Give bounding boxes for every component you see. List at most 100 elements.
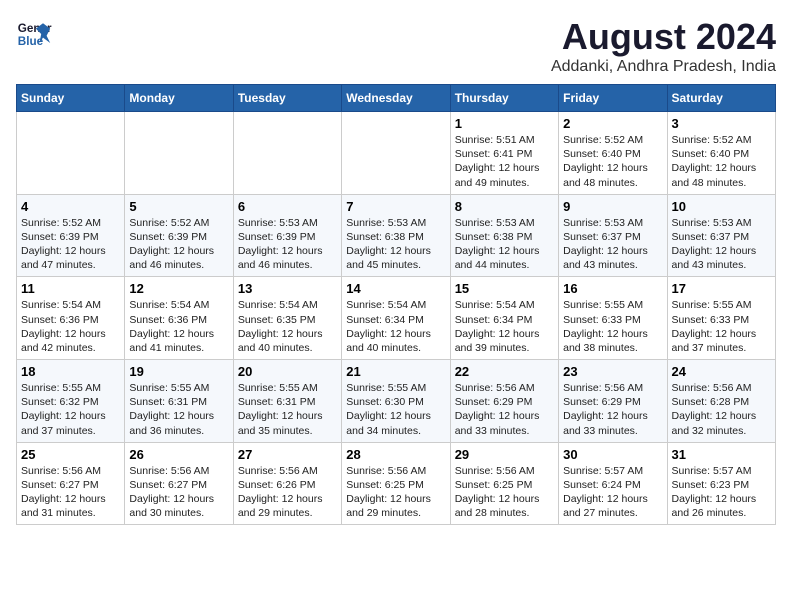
- cell-content: Sunrise: 5:56 AM Sunset: 6:26 PM Dayligh…: [238, 464, 337, 521]
- cell-content: Sunrise: 5:51 AM Sunset: 6:41 PM Dayligh…: [455, 133, 554, 190]
- day-number: 12: [129, 281, 228, 296]
- calendar-cell: [17, 112, 125, 195]
- calendar-cell: 10 Sunrise: 5:53 AM Sunset: 6:37 PM Dayli…: [667, 194, 775, 277]
- calendar-body: 1 Sunrise: 5:51 AM Sunset: 6:41 PM Daylig…: [17, 112, 776, 525]
- calendar-cell: 16 Sunrise: 5:55 AM Sunset: 6:33 PM Dayli…: [559, 277, 667, 360]
- calendar-cell: 24 Sunrise: 5:56 AM Sunset: 6:28 PM Dayli…: [667, 360, 775, 443]
- cell-content: Sunrise: 5:54 AM Sunset: 6:34 PM Dayligh…: [346, 298, 445, 355]
- cell-content: Sunrise: 5:57 AM Sunset: 6:24 PM Dayligh…: [563, 464, 662, 521]
- cell-content: Sunrise: 5:54 AM Sunset: 6:36 PM Dayligh…: [129, 298, 228, 355]
- calendar-cell: 7Sunrise: 5:53 AM Sunset: 6:38 PM Daylig…: [342, 194, 450, 277]
- logo: General Blue: [16, 16, 52, 52]
- cell-content: Sunrise: 5:56 AM Sunset: 6:29 PM Dayligh…: [563, 381, 662, 438]
- day-number: 30: [563, 447, 662, 462]
- calendar-cell: [342, 112, 450, 195]
- day-number: 1: [455, 116, 554, 131]
- calendar-cell: 20 Sunrise: 5:55 AM Sunset: 6:31 PM Dayli…: [233, 360, 341, 443]
- header-sunday: Sunday: [17, 85, 125, 112]
- calendar-cell: 15 Sunrise: 5:54 AM Sunset: 6:34 PM Dayli…: [450, 277, 558, 360]
- day-number: 27: [238, 447, 337, 462]
- calendar-cell: 27 Sunrise: 5:56 AM Sunset: 6:26 PM Dayli…: [233, 442, 341, 525]
- calendar-cell: 3 Sunrise: 5:52 AM Sunset: 6:40 PM Daylig…: [667, 112, 775, 195]
- day-number: 25: [21, 447, 120, 462]
- cell-content: Sunrise: 5:56 AM Sunset: 6:28 PM Dayligh…: [672, 381, 771, 438]
- calendar-cell: 8 Sunrise: 5:53 AM Sunset: 6:38 PM Daylig…: [450, 194, 558, 277]
- cell-content: Sunrise: 5:55 AM Sunset: 6:32 PM Dayligh…: [21, 381, 120, 438]
- calendar-cell: 2Sunrise: 5:52 AM Sunset: 6:40 PM Daylig…: [559, 112, 667, 195]
- calendar-cell: 19 Sunrise: 5:55 AM Sunset: 6:31 PM Dayli…: [125, 360, 233, 443]
- calendar-cell: 26 Sunrise: 5:56 AM Sunset: 6:27 PM Dayli…: [125, 442, 233, 525]
- title-area: August 2024 Addanki, Andhra Pradesh, Ind…: [551, 16, 776, 76]
- cell-content: Sunrise: 5:53 AM Sunset: 6:37 PM Dayligh…: [672, 216, 771, 273]
- cell-content: Sunrise: 5:56 AM Sunset: 6:25 PM Dayligh…: [455, 464, 554, 521]
- day-number: 13: [238, 281, 337, 296]
- day-number: 15: [455, 281, 554, 296]
- day-number: 22: [455, 364, 554, 379]
- day-number: 3: [672, 116, 771, 131]
- calendar-cell: 14 Sunrise: 5:54 AM Sunset: 6:34 PM Dayli…: [342, 277, 450, 360]
- calendar-cell: 6 Sunrise: 5:53 AM Sunset: 6:39 PM Daylig…: [233, 194, 341, 277]
- cell-content: Sunrise: 5:54 AM Sunset: 6:35 PM Dayligh…: [238, 298, 337, 355]
- calendar-cell: 21 Sunrise: 5:55 AM Sunset: 6:30 PM Dayli…: [342, 360, 450, 443]
- cell-content: Sunrise: 5:56 AM Sunset: 6:27 PM Dayligh…: [129, 464, 228, 521]
- day-number: 16: [563, 281, 662, 296]
- day-number: 23: [563, 364, 662, 379]
- cell-content: Sunrise: 5:57 AM Sunset: 6:23 PM Dayligh…: [672, 464, 771, 521]
- cell-content: Sunrise: 5:53 AM Sunset: 6:37 PM Dayligh…: [563, 216, 662, 273]
- calendar-cell: 23 Sunrise: 5:56 AM Sunset: 6:29 PM Dayli…: [559, 360, 667, 443]
- cell-content: Sunrise: 5:53 AM Sunset: 6:38 PM Dayligh…: [455, 216, 554, 273]
- cell-content: Sunrise: 5:52 AM Sunset: 6:39 PM Dayligh…: [21, 216, 120, 273]
- calendar-cell: 1 Sunrise: 5:51 AM Sunset: 6:41 PM Daylig…: [450, 112, 558, 195]
- day-number: 8: [455, 199, 554, 214]
- calendar-cell: 13 Sunrise: 5:54 AM Sunset: 6:35 PM Dayli…: [233, 277, 341, 360]
- header-tuesday: Tuesday: [233, 85, 341, 112]
- header-wednesday: Wednesday: [342, 85, 450, 112]
- cell-content: Sunrise: 5:55 AM Sunset: 6:30 PM Dayligh…: [346, 381, 445, 438]
- calendar-cell: 22 Sunrise: 5:56 AM Sunset: 6:29 PM Dayli…: [450, 360, 558, 443]
- cell-content: Sunrise: 5:55 AM Sunset: 6:33 PM Dayligh…: [563, 298, 662, 355]
- header-thursday: Thursday: [450, 85, 558, 112]
- calendar-cell: 12 Sunrise: 5:54 AM Sunset: 6:36 PM Dayli…: [125, 277, 233, 360]
- day-number: 14: [346, 281, 445, 296]
- cell-content: Sunrise: 5:54 AM Sunset: 6:36 PM Dayligh…: [21, 298, 120, 355]
- header-monday: Monday: [125, 85, 233, 112]
- header-saturday: Saturday: [667, 85, 775, 112]
- cell-content: Sunrise: 5:56 AM Sunset: 6:25 PM Dayligh…: [346, 464, 445, 521]
- cell-content: Sunrise: 5:52 AM Sunset: 6:40 PM Dayligh…: [672, 133, 771, 190]
- cell-content: Sunrise: 5:55 AM Sunset: 6:31 PM Dayligh…: [238, 381, 337, 438]
- calendar-cell: 17 Sunrise: 5:55 AM Sunset: 6:33 PM Dayli…: [667, 277, 775, 360]
- calendar-cell: 29 Sunrise: 5:56 AM Sunset: 6:25 PM Dayli…: [450, 442, 558, 525]
- day-number: 24: [672, 364, 771, 379]
- day-number: 29: [455, 447, 554, 462]
- calendar-header: Sunday Monday Tuesday Wednesday Thursday…: [17, 85, 776, 112]
- cell-content: Sunrise: 5:55 AM Sunset: 6:31 PM Dayligh…: [129, 381, 228, 438]
- day-number: 17: [672, 281, 771, 296]
- calendar-cell: 9 Sunrise: 5:53 AM Sunset: 6:37 PM Daylig…: [559, 194, 667, 277]
- day-number: 10: [672, 199, 771, 214]
- day-number: 5: [129, 199, 228, 214]
- calendar-cell: 31 Sunrise: 5:57 AM Sunset: 6:23 PM Dayli…: [667, 442, 775, 525]
- calendar-cell: 5Sunrise: 5:52 AM Sunset: 6:39 PM Daylig…: [125, 194, 233, 277]
- calendar-cell: 11Sunrise: 5:54 AM Sunset: 6:36 PM Dayli…: [17, 277, 125, 360]
- subtitle: Addanki, Andhra Pradesh, India: [551, 58, 776, 76]
- day-number: 20: [238, 364, 337, 379]
- day-number: 18: [21, 364, 120, 379]
- cell-content: Sunrise: 5:53 AM Sunset: 6:38 PM Dayligh…: [346, 216, 445, 273]
- header: General Blue August 2024 Addanki, Andhra…: [16, 16, 776, 76]
- header-friday: Friday: [559, 85, 667, 112]
- main-title: August 2024: [551, 16, 776, 58]
- day-number: 21: [346, 364, 445, 379]
- cell-content: Sunrise: 5:53 AM Sunset: 6:39 PM Dayligh…: [238, 216, 337, 273]
- day-number: 6: [238, 199, 337, 214]
- day-number: 2: [563, 116, 662, 131]
- calendar-cell: [125, 112, 233, 195]
- day-number: 31: [672, 447, 771, 462]
- calendar-cell: 4Sunrise: 5:52 AM Sunset: 6:39 PM Daylig…: [17, 194, 125, 277]
- day-number: 9: [563, 199, 662, 214]
- cell-content: Sunrise: 5:54 AM Sunset: 6:34 PM Dayligh…: [455, 298, 554, 355]
- calendar-cell: 18 Sunrise: 5:55 AM Sunset: 6:32 PM Dayli…: [17, 360, 125, 443]
- cell-content: Sunrise: 5:55 AM Sunset: 6:33 PM Dayligh…: [672, 298, 771, 355]
- cell-content: Sunrise: 5:56 AM Sunset: 6:29 PM Dayligh…: [455, 381, 554, 438]
- day-number: 26: [129, 447, 228, 462]
- day-number: 19: [129, 364, 228, 379]
